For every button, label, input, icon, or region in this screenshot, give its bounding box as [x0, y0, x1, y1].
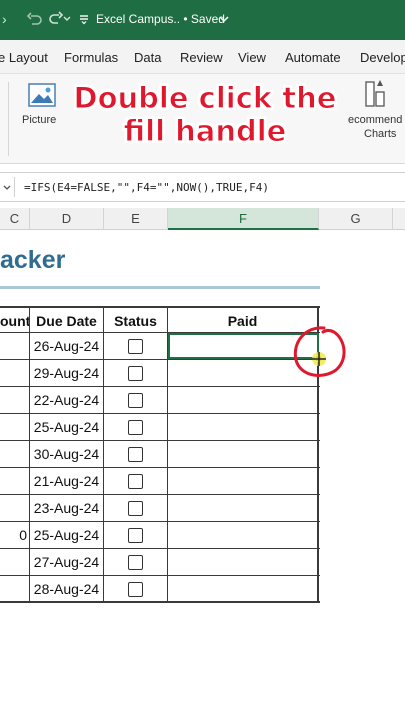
due-date-cell[interactable]: 27-Aug-24: [30, 549, 104, 576]
amount-cell[interactable]: [0, 495, 30, 522]
tab-automate[interactable]: Automate: [285, 50, 341, 65]
tab-view[interactable]: View: [238, 50, 266, 65]
due-date-cell[interactable]: 21-Aug-24: [30, 468, 104, 495]
table-row: 0 25-Aug-24: [0, 522, 320, 549]
sheet-title: acker: [0, 246, 66, 274]
due-date-cell[interactable]: 26-Aug-24: [30, 333, 104, 360]
paid-cell[interactable]: [168, 576, 319, 603]
tab-page-layout[interactable]: e Layout: [0, 50, 48, 65]
ribbon-tabs: e Layout Formulas Data Review View Autom…: [0, 40, 405, 74]
amount-cell[interactable]: [0, 387, 30, 414]
formula-input[interactable]: =IFS(E4=FALSE,"",F4="",NOW(),TRUE,F4): [24, 181, 269, 194]
chevron-down-icon[interactable]: [62, 14, 72, 24]
table-row: 27-Aug-24: [0, 549, 320, 576]
status-checkbox[interactable]: [128, 339, 143, 354]
amount-cell[interactable]: [0, 360, 30, 387]
column-header-d[interactable]: D: [30, 208, 104, 230]
status-checkbox[interactable]: [128, 528, 143, 543]
due-date-cell[interactable]: 25-Aug-24: [30, 414, 104, 441]
table-row: 25-Aug-24: [0, 414, 320, 441]
header-due-date[interactable]: Due Date: [30, 308, 104, 335]
status-checkbox[interactable]: [128, 474, 143, 489]
overflow-icon[interactable]: [78, 13, 90, 25]
amount-cell[interactable]: [0, 576, 30, 603]
due-date-cell[interactable]: 23-Aug-24: [30, 495, 104, 522]
status-cell[interactable]: [104, 495, 168, 522]
status-cell[interactable]: [104, 549, 168, 576]
table-row: 21-Aug-24: [0, 468, 320, 495]
status-checkbox[interactable]: [128, 582, 143, 597]
undo-icon[interactable]: [26, 11, 44, 27]
paid-cell[interactable]: [168, 522, 319, 549]
status-checkbox[interactable]: [128, 447, 143, 462]
tab-formulas[interactable]: Formulas: [64, 50, 118, 65]
back-arrow-icon[interactable]: ›: [2, 11, 7, 27]
status-checkbox[interactable]: [128, 555, 143, 570]
due-date-cell[interactable]: 29-Aug-24: [30, 360, 104, 387]
column-header-e[interactable]: E: [104, 208, 168, 230]
status-cell[interactable]: [104, 576, 168, 603]
status-cell[interactable]: [104, 414, 168, 441]
paid-cell[interactable]: [168, 387, 319, 414]
amount-cell[interactable]: [0, 414, 30, 441]
status-checkbox[interactable]: [128, 366, 143, 381]
column-header-g[interactable]: G: [319, 208, 393, 230]
amount-cell[interactable]: [0, 549, 30, 576]
status-cell[interactable]: [104, 333, 168, 360]
status-cell[interactable]: [104, 468, 168, 495]
table-row: 30-Aug-24: [0, 441, 320, 468]
status-cell[interactable]: [104, 387, 168, 414]
header-amount[interactable]: ount: [0, 308, 30, 335]
table-row: 29-Aug-24: [0, 360, 320, 387]
formula-divider: [14, 177, 15, 197]
paid-cell[interactable]: [168, 414, 319, 441]
due-date-cell[interactable]: 28-Aug-24: [30, 576, 104, 603]
status-cell[interactable]: [104, 522, 168, 549]
due-date-cell[interactable]: 22-Aug-24: [30, 387, 104, 414]
table-row: 22-Aug-24: [0, 387, 320, 414]
amount-cell[interactable]: 0: [0, 522, 30, 549]
title-underline: [0, 286, 320, 289]
title-bar: › Excel Campus.. • Saved: [0, 0, 405, 40]
tutorial-caption: Double click the fill handle: [40, 81, 370, 148]
paid-cell[interactable]: [168, 441, 319, 468]
column-header-f[interactable]: F: [168, 208, 319, 230]
column-headers: C D E F G: [0, 208, 405, 230]
document-title[interactable]: Excel Campus.. • Saved: [96, 12, 225, 26]
formula-bar[interactable]: =IFS(E4=FALSE,"",F4="",NOW(),TRUE,F4): [0, 172, 405, 202]
tab-review[interactable]: Review: [180, 50, 223, 65]
caption-line-2: fill handle: [123, 114, 287, 148]
status-checkbox[interactable]: [128, 420, 143, 435]
tab-developer[interactable]: Develop: [360, 50, 405, 65]
annotation-circle: [293, 326, 346, 377]
status-cell[interactable]: [104, 360, 168, 387]
amount-cell[interactable]: [0, 333, 30, 360]
paid-cell[interactable]: [168, 468, 319, 495]
status-checkbox[interactable]: [128, 501, 143, 516]
column-header-c[interactable]: C: [0, 208, 30, 230]
paid-cell[interactable]: [168, 495, 319, 522]
caption-line-1: Double click the: [73, 81, 337, 115]
status-cell[interactable]: [104, 441, 168, 468]
status-checkbox[interactable]: [128, 393, 143, 408]
ribbon-divider: [8, 82, 9, 156]
name-box-chevron-icon[interactable]: [2, 183, 12, 193]
amount-cell[interactable]: [0, 468, 30, 495]
paid-cell[interactable]: [168, 549, 319, 576]
due-date-cell[interactable]: 30-Aug-24: [30, 441, 104, 468]
table-row: 28-Aug-24: [0, 576, 320, 603]
due-date-cell[interactable]: 25-Aug-24: [30, 522, 104, 549]
amount-cell[interactable]: [0, 441, 30, 468]
title-chevron-icon[interactable]: [218, 14, 230, 24]
header-status[interactable]: Status: [104, 308, 168, 335]
tab-data[interactable]: Data: [134, 50, 161, 65]
table-row: 23-Aug-24: [0, 495, 320, 522]
table-header-row: ount Due Date Status Paid: [0, 306, 320, 335]
